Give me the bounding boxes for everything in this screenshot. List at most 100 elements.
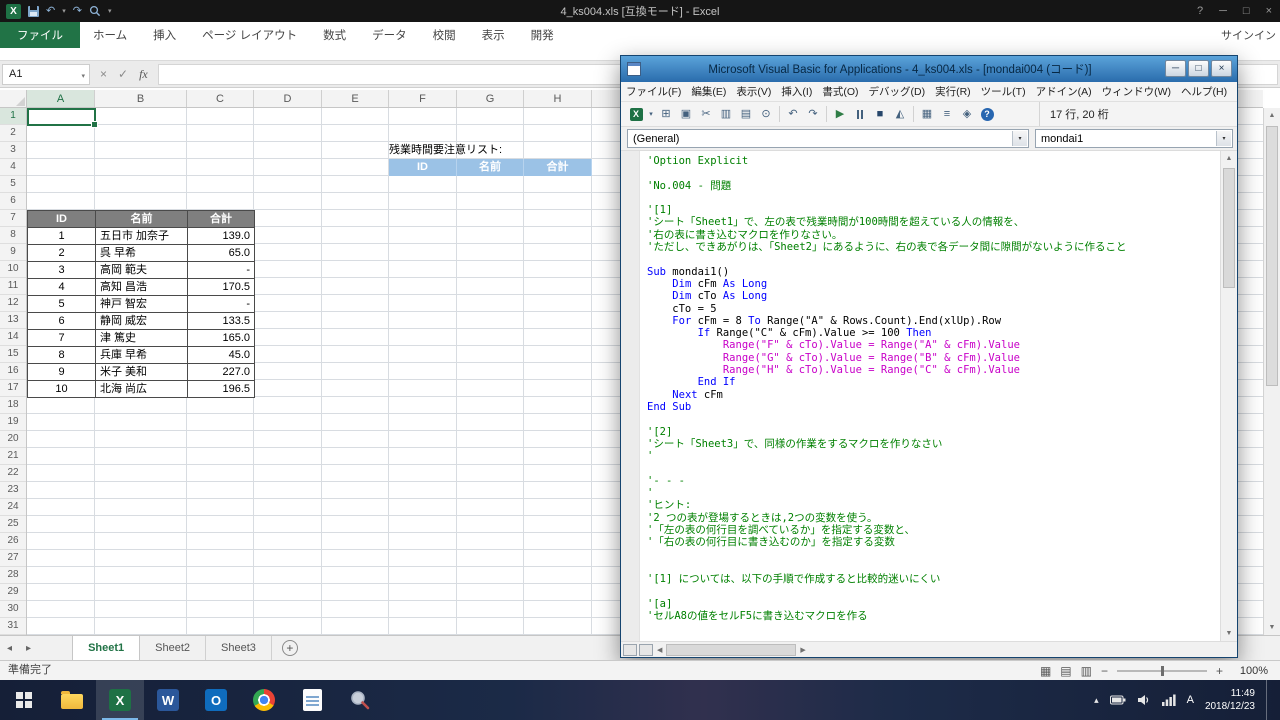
left-table-cell[interactable]: 兵庫 早希	[96, 347, 188, 364]
row-header-21[interactable]: 21	[0, 448, 26, 465]
zoom-out-icon[interactable]: −	[1101, 664, 1108, 678]
taskbar-excel[interactable]: X	[96, 680, 144, 720]
show-desktop-button[interactable]	[1266, 680, 1272, 720]
normal-view-icon[interactable]: ▦	[1040, 665, 1051, 677]
row-header-9[interactable]: 9	[0, 244, 26, 261]
row-header-31[interactable]: 31	[0, 618, 26, 635]
paste-button[interactable]: ▤	[736, 105, 756, 124]
left-table-cell[interactable]: -	[188, 296, 255, 313]
row-header-2[interactable]: 2	[0, 125, 26, 142]
left-table-cell[interactable]: 五日市 加奈子	[96, 228, 188, 245]
properties-window-button[interactable]: ≡	[937, 105, 957, 124]
vbe-menu-8[interactable]: アドイン(A)	[1031, 84, 1097, 99]
taskbar-magnifier[interactable]	[336, 680, 384, 720]
enter-icon[interactable]: ✓	[118, 67, 128, 81]
row-header-18[interactable]: 18	[0, 397, 26, 414]
ribbon-tab-4[interactable]: 数式	[310, 22, 359, 48]
zoom-slider[interactable]	[1117, 670, 1207, 672]
left-table-cell[interactable]: 165.0	[188, 330, 255, 347]
left-table-cell[interactable]: -	[188, 262, 255, 279]
column-header-A[interactable]: A	[27, 90, 95, 108]
ribbon-tab-6[interactable]: 校閲	[420, 22, 469, 48]
undo-caret-icon[interactable]: ▾	[62, 7, 66, 15]
vbe-hscroll-thumb[interactable]	[666, 644, 796, 656]
help-button[interactable]: ?	[1197, 5, 1203, 17]
code-editor[interactable]: 'Option Explicit 'No.004 - 問題 '[1]'シート「S…	[621, 151, 1237, 641]
left-table-cell[interactable]: 170.5	[188, 279, 255, 296]
search-icon[interactable]	[89, 5, 101, 17]
procedure-dropdown[interactable]: mondai1 ▾	[1035, 129, 1233, 148]
taskbar-clock[interactable]: 11:49 2018/12/23	[1205, 687, 1255, 713]
procedure-view-button[interactable]	[623, 644, 637, 656]
row-header-27[interactable]: 27	[0, 550, 26, 567]
network-icon[interactable]	[1162, 694, 1176, 706]
vbe-maximize-button[interactable]: □	[1188, 60, 1209, 77]
save-icon[interactable]	[28, 6, 39, 17]
row-header-23[interactable]: 23	[0, 482, 26, 499]
project-explorer-button[interactable]: ▦	[917, 105, 937, 124]
left-table-cell[interactable]: 高岡 範夫	[96, 262, 188, 279]
taskbar-outlook[interactable]: O	[192, 680, 240, 720]
vbe-help-button[interactable]: ?	[977, 105, 997, 124]
customize-qat-caret-icon[interactable]: ▾	[108, 7, 112, 15]
reset-button[interactable]: ■	[870, 105, 890, 124]
speaker-icon[interactable]	[1137, 694, 1151, 706]
code-text[interactable]: 'Option Explicit 'No.004 - 問題 '[1]'シート「S…	[647, 155, 1213, 641]
vbe-redo-button[interactable]: ↷	[803, 105, 823, 124]
row-header-30[interactable]: 30	[0, 601, 26, 618]
ribbon-tab-5[interactable]: データ	[359, 22, 420, 48]
zoom-slider-thumb[interactable]	[1161, 666, 1164, 676]
scroll-down-icon[interactable]: ▼	[1264, 620, 1280, 635]
vbe-menu-7[interactable]: ツール(T)	[976, 84, 1031, 99]
left-table-cell[interactable]: 133.5	[188, 313, 255, 330]
vbe-menu-1[interactable]: 編集(E)	[686, 84, 731, 99]
row-header-24[interactable]: 24	[0, 499, 26, 516]
view-host-app-button[interactable]: X	[626, 105, 646, 124]
vbe-horizontal-scrollbar[interactable]: ◀ ▶	[621, 641, 1237, 657]
left-table-cell[interactable]: 米子 美和	[96, 364, 188, 381]
ribbon-tab-1[interactable]: ホーム	[80, 22, 140, 48]
name-box[interactable]: A1 ▾	[2, 64, 90, 85]
cancel-icon[interactable]: ×	[100, 67, 107, 81]
left-table-cell[interactable]: 5	[28, 296, 96, 313]
left-table-cell[interactable]: 静岡 威宏	[96, 313, 188, 330]
vbe-menu-9[interactable]: ウィンドウ(W)	[1097, 84, 1176, 99]
vbe-menu-3[interactable]: 挿入(I)	[776, 84, 817, 99]
vbe-save-button[interactable]: ▣	[676, 105, 696, 124]
taskbar-notepad[interactable]	[288, 680, 336, 720]
left-table-cell[interactable]: 北海 尚広	[96, 381, 188, 398]
full-module-view-button[interactable]	[639, 644, 653, 656]
excel-vertical-scrollbar[interactable]: ▲ ▼	[1263, 108, 1280, 635]
left-table-cell[interactable]: 65.0	[188, 245, 255, 262]
dropdown-arrow-icon[interactable]: ▾	[1216, 131, 1231, 146]
taskbar-word[interactable]: W	[144, 680, 192, 720]
left-table-cell[interactable]: 3	[28, 262, 96, 279]
page-break-view-icon[interactable]: ▥	[1081, 665, 1092, 677]
row-header-11[interactable]: 11	[0, 278, 26, 295]
left-table-cell[interactable]: 8	[28, 347, 96, 364]
start-button[interactable]	[0, 680, 48, 720]
column-header-D[interactable]: D	[254, 90, 322, 108]
name-box-caret-icon[interactable]: ▾	[81, 72, 85, 80]
vbe-menu-10[interactable]: ヘルプ(H)	[1176, 84, 1232, 99]
row-header-28[interactable]: 28	[0, 567, 26, 584]
right-list-header-cell[interactable]: 合計	[524, 159, 592, 176]
column-header-C[interactable]: C	[187, 90, 254, 108]
object-dropdown[interactable]: (General) ▾	[627, 129, 1029, 148]
scroll-up-icon[interactable]: ▲	[1264, 108, 1280, 123]
new-sheet-button[interactable]: +	[282, 640, 298, 656]
hidden-icons-chevron-icon[interactable]: ▴	[1094, 696, 1099, 705]
excel-vscroll-thumb[interactable]	[1266, 126, 1278, 386]
row-header-3[interactable]: 3	[0, 142, 26, 159]
dropdown-arrow-icon[interactable]: ▾	[1012, 131, 1027, 146]
copy-button[interactable]: ▥	[716, 105, 736, 124]
zoom-level[interactable]: 100%	[1232, 665, 1268, 677]
break-button[interactable]	[850, 105, 870, 124]
column-header-H[interactable]: H	[524, 90, 592, 108]
scroll-left-icon[interactable]: ◀	[653, 646, 666, 654]
maximize-button[interactable]: □	[1243, 5, 1250, 17]
right-list-header-cell[interactable]: ID	[389, 159, 457, 176]
view-host-caret-icon[interactable]: ▾	[646, 105, 656, 124]
vbe-vscroll-thumb[interactable]	[1223, 168, 1235, 288]
sign-in-link[interactable]: サインイン	[1221, 22, 1276, 48]
